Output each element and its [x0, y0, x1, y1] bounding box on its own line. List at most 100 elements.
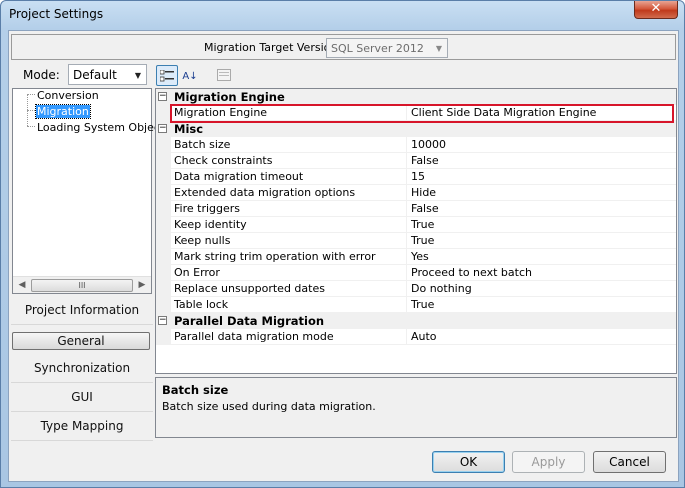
- category-misc[interactable]: − Misc: [156, 121, 676, 137]
- tree-item-conversion[interactable]: Conversion: [37, 89, 99, 102]
- property-name: Extended data migration options: [174, 186, 356, 199]
- highlight-annotation: [170, 104, 674, 123]
- column-divider: [406, 233, 407, 249]
- property-name: Data migration timeout: [174, 170, 304, 183]
- window-title: Project Settings: [9, 7, 104, 21]
- property-row-on-error[interactable]: On Error Proceed to next batch: [156, 265, 676, 281]
- property-description-panel: Batch size Batch size used during data m…: [155, 377, 677, 438]
- property-row-keep-identity[interactable]: Keep identity True: [156, 217, 676, 233]
- scroll-right-icon[interactable]: ▶: [134, 278, 150, 293]
- close-icon: ✕: [650, 1, 662, 16]
- tree-item-loading-system-objects[interactable]: Loading System Objects: [37, 121, 170, 134]
- categorized-icon: [159, 69, 174, 82]
- property-value[interactable]: Do nothing: [411, 282, 472, 295]
- property-pages-icon: [217, 69, 231, 81]
- tree-item-migration[interactable]: Migration: [35, 104, 91, 119]
- row-gutter: [156, 169, 171, 185]
- property-name: Check constraints: [174, 154, 273, 167]
- column-divider: [406, 153, 407, 169]
- categorized-view-button[interactable]: [156, 65, 178, 86]
- property-grid-toolbar: A↓: [156, 65, 231, 87]
- property-name: Table lock: [174, 298, 229, 311]
- close-button[interactable]: ✕: [634, 1, 678, 19]
- property-row-extended-data-migration-options[interactable]: Extended data migration options Hide: [156, 185, 676, 201]
- property-row-fire-triggers[interactable]: Fire triggers False: [156, 201, 676, 217]
- nav-gui[interactable]: GUI: [11, 383, 153, 412]
- property-name: Batch size: [174, 138, 231, 151]
- column-divider: [406, 265, 407, 281]
- collapse-icon[interactable]: −: [158, 124, 167, 133]
- property-row-replace-unsupported-dates[interactable]: Replace unsupported dates Do nothing: [156, 281, 676, 297]
- category-label: Parallel Data Migration: [174, 314, 325, 328]
- nav-type-mapping[interactable]: Type Mapping: [11, 412, 153, 441]
- migration-target-value: SQL Server 2012: [331, 42, 424, 55]
- row-gutter: [156, 329, 171, 345]
- row-gutter: [156, 217, 171, 233]
- column-divider: [406, 201, 407, 217]
- apply-button[interactable]: Apply: [512, 451, 585, 473]
- row-gutter: [156, 137, 171, 153]
- property-value[interactable]: Hide: [411, 186, 436, 199]
- property-row-parallel-data-migration-mode[interactable]: Parallel data migration mode Auto: [156, 329, 676, 345]
- property-name: Mark string trim operation with error: [174, 250, 376, 263]
- property-value[interactable]: 15: [411, 170, 425, 183]
- mode-value: Default: [73, 68, 117, 82]
- property-value[interactable]: True: [411, 298, 434, 311]
- migration-target-dropdown[interactable]: SQL Server 2012 ▼: [326, 38, 448, 58]
- nav-project-information[interactable]: Project Information: [11, 296, 153, 325]
- property-value[interactable]: Proceed to next batch: [411, 266, 532, 279]
- tree-connector: [27, 110, 35, 111]
- navigation-pane: Project Information General Synchronizat…: [9, 296, 155, 441]
- column-divider: [406, 217, 407, 233]
- alphabetical-view-button[interactable]: A↓: [179, 65, 201, 86]
- collapse-icon[interactable]: −: [158, 92, 167, 101]
- dialog-client-area: Migration Target Version : SQL Server 20…: [8, 30, 679, 482]
- nav-general[interactable]: General: [12, 332, 150, 350]
- migration-target-label: Migration Target Version :: [204, 41, 345, 54]
- row-gutter: [156, 185, 171, 201]
- row-gutter: [156, 265, 171, 281]
- row-gutter: [156, 153, 171, 169]
- category-migration-engine[interactable]: − Migration Engine: [156, 89, 676, 105]
- ok-button[interactable]: OK: [432, 451, 505, 473]
- scroll-left-icon[interactable]: ◀: [14, 278, 30, 293]
- property-row-mark-string-trim[interactable]: Mark string trim operation with error Ye…: [156, 249, 676, 265]
- property-value[interactable]: True: [411, 218, 434, 231]
- row-gutter: [156, 281, 171, 297]
- property-row-check-constraints[interactable]: Check constraints False: [156, 153, 676, 169]
- column-divider: [406, 169, 407, 185]
- settings-tree: Conversion Migration Loading System Obje…: [12, 88, 170, 294]
- property-row-batch-size[interactable]: Batch size 10000: [156, 137, 676, 153]
- property-value[interactable]: False: [411, 202, 439, 215]
- property-row-keep-nulls[interactable]: Keep nulls True: [156, 233, 676, 249]
- collapse-icon[interactable]: −: [158, 316, 167, 325]
- category-label: Migration Engine: [174, 90, 285, 104]
- mode-dropdown[interactable]: Default ▼: [68, 64, 147, 85]
- property-row-data-migration-timeout[interactable]: Data migration timeout 15: [156, 169, 676, 185]
- property-value[interactable]: Yes: [411, 250, 429, 263]
- row-gutter: [156, 201, 171, 217]
- property-value[interactable]: False: [411, 154, 439, 167]
- tree-connector: [27, 126, 35, 127]
- property-grid: − Migration Engine Migration Engine Clie…: [155, 88, 677, 374]
- property-row-table-lock[interactable]: Table lock True: [156, 297, 676, 313]
- nav-synchronization[interactable]: Synchronization: [11, 354, 153, 383]
- category-parallel-data-migration[interactable]: − Parallel Data Migration: [156, 313, 676, 329]
- row-gutter: [156, 297, 171, 313]
- column-divider: [406, 137, 407, 153]
- property-name: Replace unsupported dates: [174, 282, 325, 295]
- tree-horizontal-scrollbar[interactable]: ◀ III ▶: [13, 276, 151, 293]
- property-value[interactable]: Auto: [411, 330, 437, 343]
- property-pages-button[interactable]: [213, 65, 235, 86]
- cancel-button[interactable]: Cancel: [593, 451, 666, 473]
- category-label: Misc: [174, 122, 204, 136]
- property-name: Fire triggers: [174, 202, 241, 215]
- row-gutter: [156, 249, 171, 265]
- scroll-thumb[interactable]: III: [31, 279, 133, 292]
- column-divider: [406, 329, 407, 345]
- project-settings-window: Project Settings ✕ Migration Target Vers…: [0, 0, 685, 488]
- mode-label: Mode:: [23, 68, 60, 82]
- property-value[interactable]: 10000: [411, 138, 446, 151]
- property-name: On Error: [174, 266, 220, 279]
- property-value[interactable]: True: [411, 234, 434, 247]
